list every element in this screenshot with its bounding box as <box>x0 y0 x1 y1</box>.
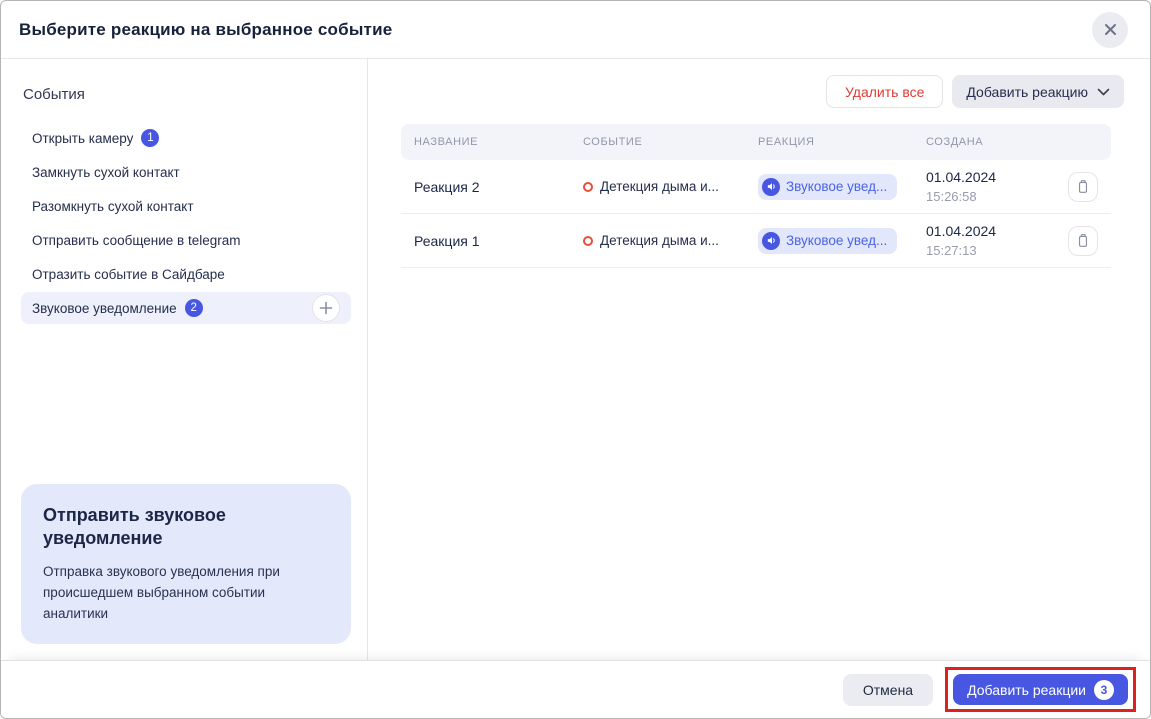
created-time: 15:27:13 <box>926 242 1053 259</box>
cancel-button[interactable]: Отмена <box>843 674 933 706</box>
sidebar-item-label: Отразить событие в Сайдбаре <box>32 267 225 282</box>
dialog-header: Выберите реакцию на выбранное событие <box>1 1 1150 59</box>
reaction-cell: Звуковое увед... <box>758 228 926 254</box>
created-time: 15:26:58 <box>926 188 1053 205</box>
event-label: Детекция дыма и... <box>600 233 719 248</box>
header-event: СОБЫТИЕ <box>583 136 758 148</box>
x-icon <box>1103 22 1118 37</box>
header-name: НАЗВАНИЕ <box>401 136 583 148</box>
reaction-info-card: Отправить звуковое уведомление Отправка … <box>21 484 351 644</box>
header-reaction: РЕАКЦИЯ <box>758 136 926 148</box>
add-sound-reaction-button[interactable] <box>312 294 340 322</box>
row-actions <box>1053 226 1111 256</box>
add-reaction-dropdown[interactable]: Добавить реакцию <box>952 75 1124 108</box>
event-label: Детекция дыма и... <box>600 179 719 194</box>
table-row: Реакция 1 Детекция дыма и... Звуковое ув… <box>401 214 1111 268</box>
reaction-cell: Звуковое увед... <box>758 174 926 200</box>
dialog-body: События Открыть камеру 1 Замкнуть сухой … <box>1 59 1150 660</box>
reaction-dialog: Выберите реакцию на выбранное событие Со… <box>0 0 1151 719</box>
reactions-toolbar: Удалить все Добавить реакцию <box>401 75 1150 108</box>
dialog-title: Выберите реакцию на выбранное событие <box>19 20 392 40</box>
sidebar-item-sidebar-event[interactable]: Отразить событие в Сайдбаре <box>21 258 351 290</box>
click-target-annotation: Добавить реакции 3 <box>945 667 1136 712</box>
count-badge: 2 <box>185 299 203 317</box>
reactions-table: НАЗВАНИЕ СОБЫТИЕ РЕАКЦИЯ СОЗДАНА Реакция… <box>401 124 1111 268</box>
submit-count-badge: 3 <box>1094 680 1114 700</box>
sidebar-item-label: Звуковое уведомление <box>32 301 177 316</box>
sidebar-item-sound-notification[interactable]: Звуковое уведомление 2 <box>21 292 351 324</box>
sidebar-item-label: Замкнуть сухой контакт <box>32 165 180 180</box>
reaction-pill[interactable]: Звуковое увед... <box>758 228 897 254</box>
info-card-description: Отправка звукового уведомления при проис… <box>43 561 329 624</box>
sidebar-item-label: Отправить сообщение в telegram <box>32 233 241 248</box>
header-created: СОЗДАНА <box>926 136 1053 148</box>
info-card-title: Отправить звуковое уведомление <box>43 504 329 550</box>
delete-row-button[interactable] <box>1068 226 1098 256</box>
reaction-pill-label: Звуковое увед... <box>786 179 887 194</box>
chevron-down-icon <box>1097 88 1110 96</box>
reaction-name: Реакция 1 <box>401 233 583 249</box>
reactions-panel: Удалить все Добавить реакцию НАЗВАНИЕ СО… <box>368 59 1150 660</box>
sidebar-item-close-dry-contact[interactable]: Замкнуть сухой контакт <box>21 156 351 188</box>
event-status-ring-icon <box>583 182 593 192</box>
plus-icon <box>318 300 334 316</box>
speaker-icon <box>762 232 780 250</box>
close-button[interactable] <box>1092 12 1128 48</box>
event-cell: Детекция дыма и... <box>583 233 758 248</box>
created-date: 01.04.2024 <box>926 168 1053 186</box>
dialog-footer: Отмена Добавить реакции 3 <box>1 660 1150 718</box>
trash-icon <box>1076 179 1090 194</box>
created-cell: 01.04.2024 15:26:58 <box>926 168 1053 205</box>
sidebar-item-open-dry-contact[interactable]: Разомкнуть сухой контакт <box>21 190 351 222</box>
reaction-pill-label: Звуковое увед... <box>786 233 887 248</box>
add-reactions-submit-button[interactable]: Добавить реакции 3 <box>953 674 1128 705</box>
row-actions <box>1053 172 1111 202</box>
delete-row-button[interactable] <box>1068 172 1098 202</box>
sidebar-item-telegram-message[interactable]: Отправить сообщение в telegram <box>21 224 351 256</box>
sidebar-item-label: Разомкнуть сухой контакт <box>32 199 194 214</box>
sidebar-list: Открыть камеру 1 Замкнуть сухой контакт … <box>21 122 351 326</box>
event-status-ring-icon <box>583 236 593 246</box>
created-date: 01.04.2024 <box>926 222 1053 240</box>
add-reaction-label: Добавить реакцию <box>966 84 1088 100</box>
submit-label: Добавить реакции <box>967 682 1086 698</box>
events-sidebar: События Открыть камеру 1 Замкнуть сухой … <box>1 59 368 660</box>
reaction-pill[interactable]: Звуковое увед... <box>758 174 897 200</box>
table-row: Реакция 2 Детекция дыма и... Звуковое ув… <box>401 160 1111 214</box>
created-cell: 01.04.2024 15:27:13 <box>926 222 1053 259</box>
sidebar-item-open-camera[interactable]: Открыть камеру 1 <box>21 122 351 154</box>
speaker-icon <box>762 178 780 196</box>
reaction-name: Реакция 2 <box>401 179 583 195</box>
delete-all-button[interactable]: Удалить все <box>826 75 943 108</box>
trash-icon <box>1076 233 1090 248</box>
table-header-row: НАЗВАНИЕ СОБЫТИЕ РЕАКЦИЯ СОЗДАНА <box>401 124 1111 160</box>
event-cell: Детекция дыма и... <box>583 179 758 194</box>
sidebar-heading: События <box>23 86 351 103</box>
sidebar-item-label: Открыть камеру <box>32 131 133 146</box>
count-badge: 1 <box>141 129 159 147</box>
